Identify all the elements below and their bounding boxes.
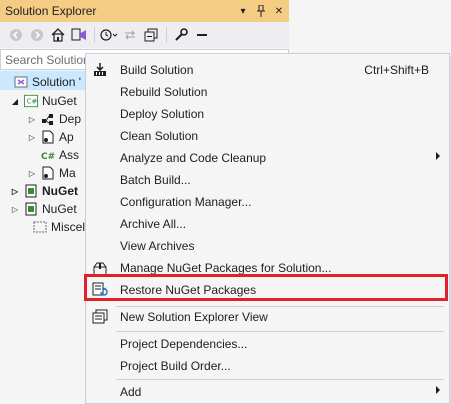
svg-text:C#: C# bbox=[41, 152, 55, 162]
close-icon[interactable]: ✕ bbox=[271, 3, 287, 19]
tree-item-label: Miscel bbox=[51, 220, 86, 234]
tree-item-misc-files[interactable]: Miscel bbox=[33, 218, 85, 236]
menu-item-rebuild-solution[interactable]: Rebuild Solution bbox=[86, 81, 449, 103]
switch-views-icon[interactable] bbox=[69, 25, 89, 45]
menu-item-deploy-solution[interactable]: Deploy Solution bbox=[86, 103, 449, 125]
menu-item-batch-build[interactable]: Batch Build... bbox=[86, 169, 449, 191]
toolbar-separator bbox=[94, 27, 95, 43]
menu-item-label: Project Dependencies... bbox=[120, 337, 248, 351]
menu-item-new-solution-explorer-view[interactable]: New Solution Explorer View bbox=[86, 306, 449, 328]
csharp-project-icon: C# bbox=[24, 94, 38, 108]
context-menu: Build Solution Ctrl+Shift+B Rebuild Solu… bbox=[85, 53, 450, 404]
menu-separator bbox=[116, 379, 444, 380]
collapsed-arrow-icon[interactable]: ▷ bbox=[27, 133, 37, 142]
collapsed-arrow-icon[interactable]: ▷ bbox=[27, 115, 37, 124]
tree-item-label: NuGet bbox=[42, 94, 77, 108]
properties-wrench-icon[interactable] bbox=[171, 25, 191, 45]
menu-item-label: New Solution Explorer View bbox=[120, 310, 268, 324]
panel-title: Solution Explorer bbox=[5, 4, 97, 18]
new-view-icon bbox=[92, 309, 108, 325]
toolbar-separator bbox=[166, 27, 167, 43]
menu-item-label: Manage NuGet Packages for Solution... bbox=[120, 261, 332, 275]
submenu-arrow-icon bbox=[436, 152, 440, 160]
tree-item-startup-project[interactable]: ▷ NuGet bbox=[10, 182, 78, 200]
menu-item-shortcut: Ctrl+Shift+B bbox=[364, 63, 429, 77]
menu-item-project-dependencies[interactable]: Project Dependencies... bbox=[86, 333, 449, 355]
svg-text:C#: C# bbox=[27, 98, 38, 106]
minus-icon[interactable] bbox=[192, 25, 212, 45]
tree-item-main[interactable]: ▷ Ma bbox=[27, 164, 76, 182]
menu-item-analyze-code-cleanup[interactable]: Analyze and Code Cleanup bbox=[86, 147, 449, 169]
expanded-arrow-icon[interactable]: ◢ bbox=[10, 97, 20, 106]
menu-item-view-archives[interactable]: View Archives bbox=[86, 235, 449, 257]
home-icon[interactable] bbox=[48, 25, 68, 45]
tree-item-label: Ass bbox=[59, 148, 80, 162]
csharp-file-icon: C# bbox=[41, 148, 55, 162]
sync-icon[interactable] bbox=[120, 25, 140, 45]
search-placeholder: Search Solution bbox=[5, 53, 90, 67]
tree-item-project[interactable]: ▷ NuGet bbox=[10, 200, 77, 218]
tree-item-app[interactable]: ▷ Ap bbox=[27, 128, 74, 146]
back-icon[interactable] bbox=[6, 25, 26, 45]
tree-item-project[interactable]: ◢ C# NuGet bbox=[10, 92, 77, 110]
collapsed-arrow-icon[interactable]: ▷ bbox=[10, 187, 20, 196]
menu-item-label: Configuration Manager... bbox=[120, 195, 252, 209]
menu-item-add[interactable]: Add bbox=[86, 381, 449, 403]
menu-item-label: Project Build Order... bbox=[120, 359, 231, 373]
tree-item-label: Ap bbox=[59, 130, 74, 144]
pending-changes-filter-icon[interactable] bbox=[99, 25, 119, 45]
collapsed-arrow-icon[interactable]: ▷ bbox=[10, 205, 20, 214]
tree-item-label: NuGet bbox=[42, 202, 77, 216]
file-icon bbox=[41, 130, 55, 144]
dropdown-icon[interactable]: ▾ bbox=[235, 3, 251, 19]
file-icon bbox=[41, 166, 55, 180]
menu-item-label: Add bbox=[120, 385, 142, 399]
submenu-arrow-icon bbox=[436, 386, 440, 394]
menu-item-build-solution[interactable]: Build Solution Ctrl+Shift+B bbox=[86, 59, 449, 81]
menu-item-archive-all[interactable]: Archive All... bbox=[86, 213, 449, 235]
tree-item-solution[interactable]: Solution ' bbox=[14, 73, 81, 91]
collapse-all-icon[interactable] bbox=[141, 25, 161, 45]
pin-icon[interactable] bbox=[253, 3, 269, 19]
menu-item-label: Analyze and Code Cleanup bbox=[120, 151, 267, 165]
build-solution-icon bbox=[92, 62, 108, 78]
collapsed-arrow-icon[interactable]: ▷ bbox=[27, 169, 37, 178]
menu-item-label: Archive All... bbox=[120, 217, 187, 231]
menu-item-configuration-manager[interactable]: Configuration Manager... bbox=[86, 191, 449, 213]
forward-icon[interactable] bbox=[27, 25, 47, 45]
menu-item-project-build-order[interactable]: Project Build Order... bbox=[86, 355, 449, 377]
solution-icon bbox=[14, 75, 28, 89]
tree-item-label: Dep bbox=[59, 112, 82, 126]
solution-explorer-title-bar: Solution Explorer ▾ ✕ bbox=[0, 0, 289, 22]
project-icon bbox=[24, 184, 38, 198]
tree-item-label: Ma bbox=[59, 166, 76, 180]
misc-files-icon bbox=[33, 220, 47, 234]
solution-explorer-toolbar bbox=[0, 22, 289, 48]
menu-item-label: Rebuild Solution bbox=[120, 85, 208, 99]
menu-item-label: Clean Solution bbox=[120, 129, 199, 143]
menu-item-label: View Archives bbox=[120, 239, 195, 253]
project-icon bbox=[24, 202, 38, 216]
menu-item-label: Batch Build... bbox=[120, 173, 191, 187]
tree-item-dependencies[interactable]: ▷ Dep bbox=[27, 110, 81, 128]
tree-item-label: Solution ' bbox=[32, 75, 81, 89]
menu-separator bbox=[116, 331, 444, 332]
dependencies-icon bbox=[41, 112, 55, 126]
tree-item-assembly[interactable]: C# Ass bbox=[41, 146, 79, 164]
menu-item-clean-solution[interactable]: Clean Solution bbox=[86, 125, 449, 147]
menu-item-label: Deploy Solution bbox=[120, 107, 205, 121]
tree-item-label: NuGet bbox=[42, 184, 78, 198]
highlight-box bbox=[84, 274, 448, 301]
menu-item-label: Build Solution bbox=[120, 63, 194, 77]
